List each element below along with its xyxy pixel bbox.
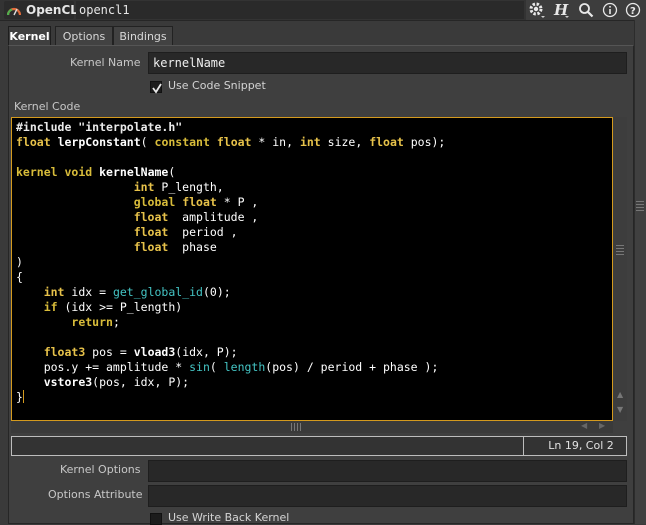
options-attribute-field[interactable]	[148, 485, 627, 507]
opencl-gauge-icon	[7, 7, 21, 16]
checkmark-icon	[152, 83, 162, 94]
cursor-position: Ln 19, Col 2	[548, 439, 614, 452]
kernel-code-label: Kernel Code	[14, 100, 81, 113]
hscroll-grip[interactable]	[291, 423, 301, 431]
svg-text:?: ?	[630, 6, 636, 17]
kernel-options-label: Kernel Options	[60, 463, 141, 476]
gear-icon[interactable]	[526, 0, 548, 20]
info-icon[interactable]	[599, 0, 621, 20]
node-type-label: OpenCL	[26, 3, 78, 17]
kernel-options-field[interactable]	[148, 460, 627, 482]
node-type-menu[interactable]: OpenCL	[4, 1, 78, 19]
use-write-back-kernel-checkbox[interactable]	[150, 513, 162, 525]
help-icon[interactable]: ?	[622, 0, 644, 20]
node-name-text: opencl1	[79, 3, 130, 17]
parameter-header: OpenCL opencl1 H ?	[0, 0, 646, 21]
code-editor-hscrollbar[interactable]: ◀ ▶	[11, 421, 613, 433]
search-icon[interactable]	[575, 0, 597, 20]
tab-bindings[interactable]: Bindings	[113, 26, 173, 46]
header-toolbar: H ?	[526, 0, 646, 20]
h-help-icon[interactable]: H	[550, 0, 572, 20]
kernel-name-value: kernelName	[153, 56, 226, 70]
code-scroll-grip[interactable]	[616, 245, 624, 255]
kernel-code-editor[interactable]: #include "interpolate.h" float lerpConst…	[11, 117, 613, 421]
tab-options[interactable]: Options	[55, 26, 113, 46]
scroll-up-arrow-icon[interactable]: ▲	[617, 390, 623, 399]
kernel-code-text: #include "interpolate.h" float lerpConst…	[16, 120, 446, 404]
node-name-field[interactable]: opencl1	[76, 1, 524, 19]
scroll-right-arrow-icon[interactable]: ▶	[599, 421, 605, 430]
kernel-name-label: Kernel Name	[70, 56, 141, 69]
code-editor-scrollbar[interactable]: ▲ ▼	[613, 117, 627, 421]
scroll-down-arrow-icon[interactable]: ▼	[617, 405, 623, 414]
tab-strip: Kernel Options Bindings	[8, 26, 634, 46]
use-code-snippet-checkbox[interactable]	[150, 81, 162, 94]
tab-kernel[interactable]: Kernel	[8, 26, 51, 46]
parameter-panel-scrollbar[interactable]	[634, 20, 646, 524]
editor-status-bar: Ln 19, Col 2	[11, 436, 627, 456]
use-write-back-kernel-label: Use Write Back Kernel	[168, 511, 290, 524]
scroll-left-arrow-icon[interactable]: ◀	[581, 421, 587, 430]
use-code-snippet-label: Use Code Snippet	[168, 79, 266, 92]
kernel-name-field[interactable]: kernelName	[148, 52, 627, 74]
scrollbar-grip[interactable]	[636, 201, 644, 211]
status-divider	[523, 437, 524, 455]
options-attribute-label: Options Attribute	[48, 488, 143, 501]
